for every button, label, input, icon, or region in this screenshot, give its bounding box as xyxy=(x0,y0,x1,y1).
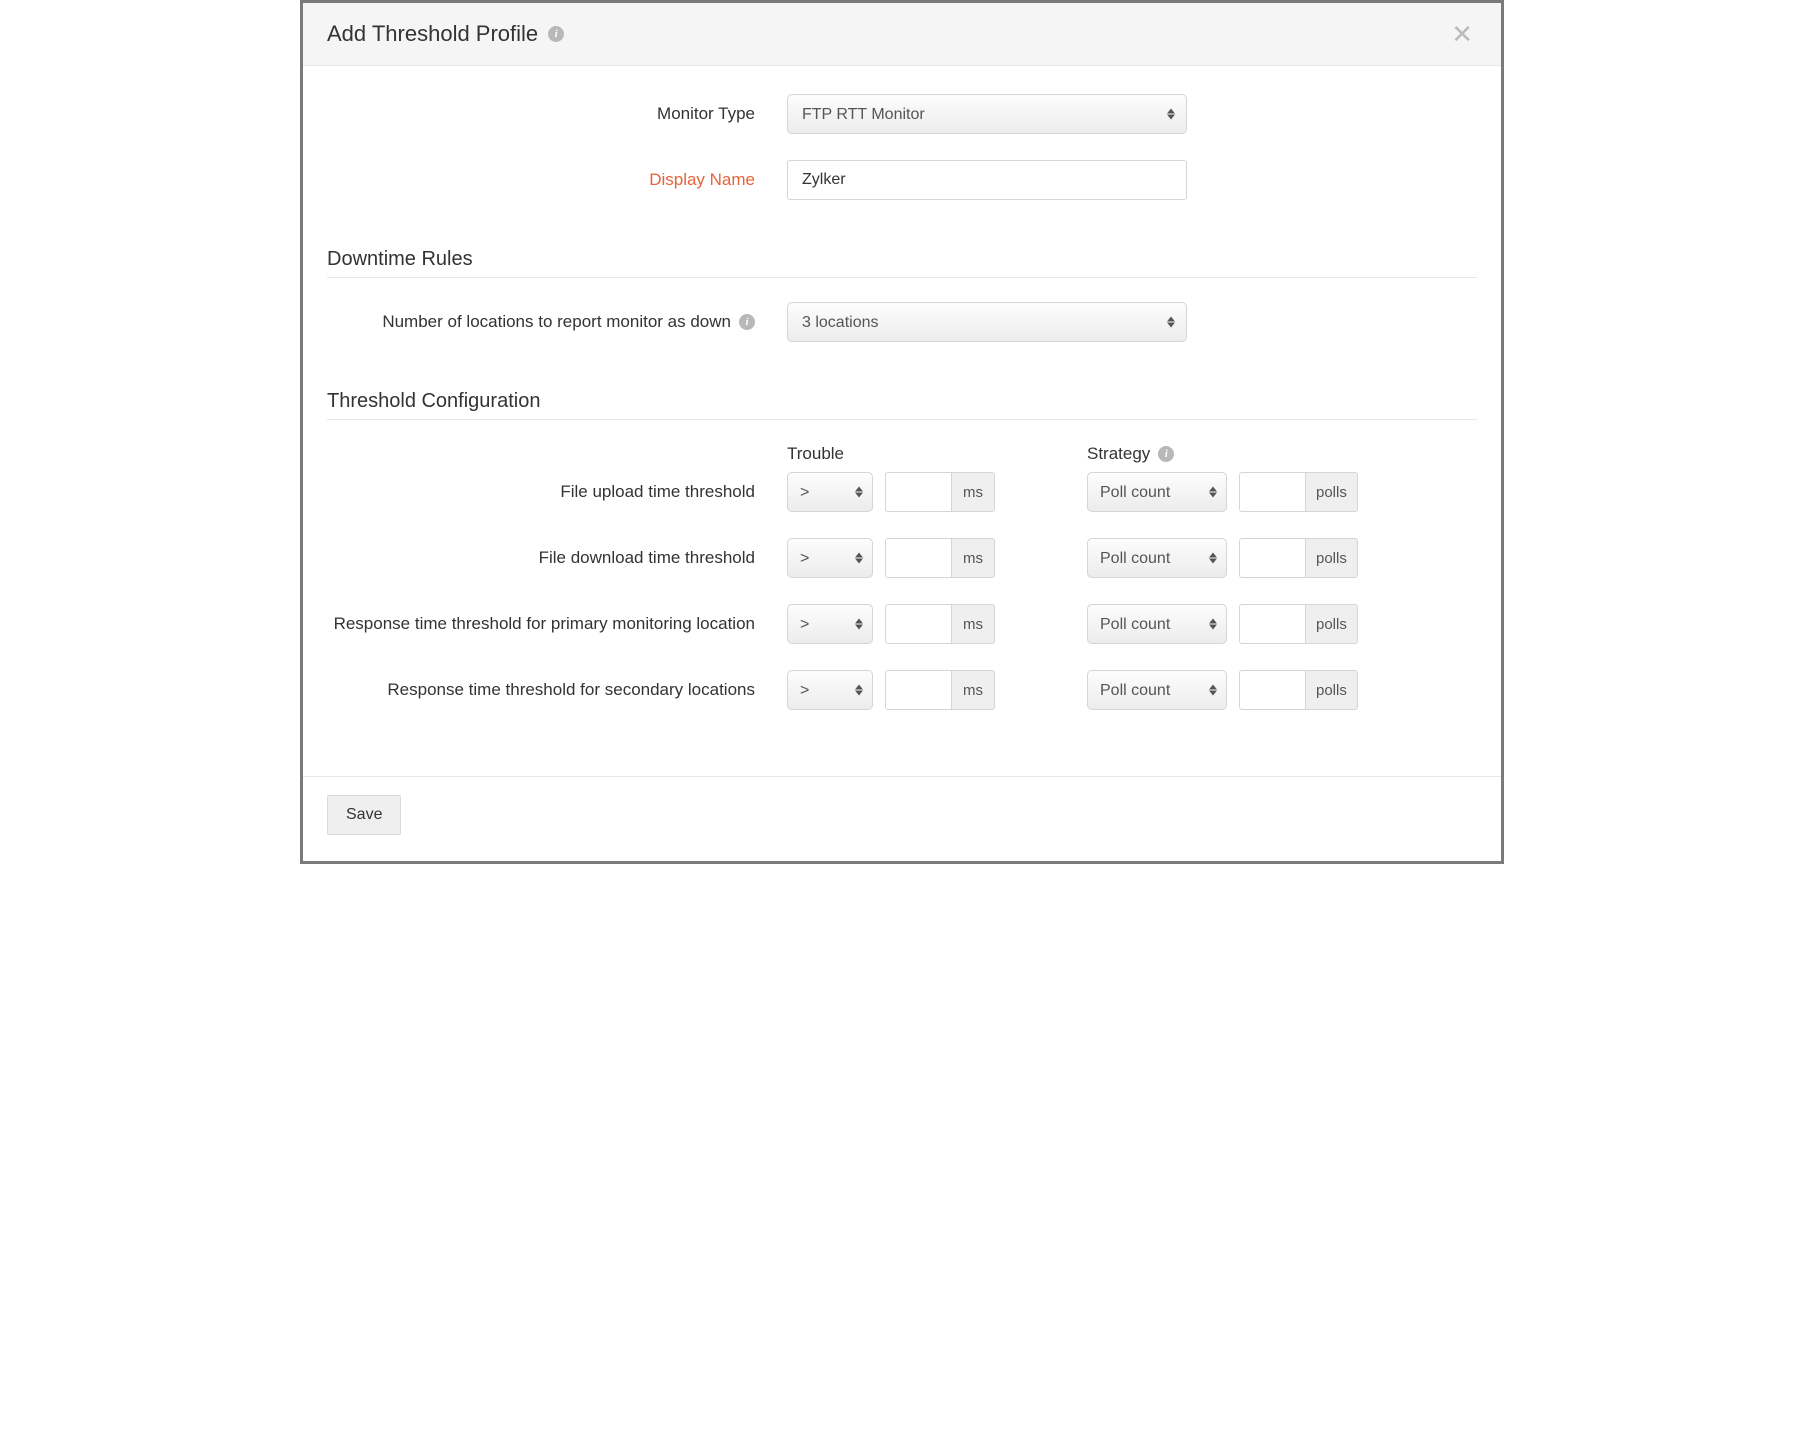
modal-footer: Save xyxy=(303,776,1501,861)
save-button[interactable]: Save xyxy=(327,795,401,835)
modal-body: Monitor Type FTP RTT Monitor Display Nam… xyxy=(303,66,1501,776)
threshold-row: Response time threshold for secondary lo… xyxy=(327,670,1477,710)
select-locations[interactable]: 3 locations xyxy=(787,302,1187,342)
ms-input[interactable] xyxy=(885,538,951,578)
polls-input[interactable] xyxy=(1239,670,1305,710)
strategy-select-input[interactable]: Poll count xyxy=(1087,472,1227,512)
modal-add-threshold-profile: Add Threshold Profile i ✕ Monitor Type F… xyxy=(300,0,1504,864)
row-display-name: Display Name xyxy=(327,160,1477,200)
polls-input-group: polls xyxy=(1239,604,1358,644)
ms-input-group: ms xyxy=(885,538,995,578)
unit-polls: polls xyxy=(1305,472,1358,512)
strategy-select[interactable]: Poll count xyxy=(1087,604,1227,644)
modal-header: Add Threshold Profile i ✕ xyxy=(303,3,1501,66)
label-locations: Number of locations to report monitor as… xyxy=(327,312,787,332)
modal-title: Add Threshold Profile i xyxy=(327,21,564,47)
ms-input[interactable] xyxy=(885,604,951,644)
col-head-strategy: Strategy i xyxy=(1087,444,1387,472)
divider xyxy=(327,277,1477,278)
ms-input[interactable] xyxy=(885,472,951,512)
threshold-row-label: File download time threshold xyxy=(327,538,787,570)
col-head-trouble: Trouble xyxy=(787,444,1087,472)
strategy-select-input[interactable]: Poll count xyxy=(1087,604,1227,644)
label-monitor-type: Monitor Type xyxy=(327,104,787,124)
select-monitor-type-input[interactable]: FTP RTT Monitor xyxy=(787,94,1187,134)
section-threshold-title: Threshold Configuration xyxy=(327,390,1477,413)
unit-polls: polls xyxy=(1305,604,1358,644)
threshold-row: File download time threshold> ms Poll coun… xyxy=(327,538,1477,578)
modal-title-text: Add Threshold Profile xyxy=(327,21,538,47)
threshold-row: Response time threshold for primary moni… xyxy=(327,604,1477,644)
operator-select-input[interactable]: > xyxy=(787,604,873,644)
polls-input-group: polls xyxy=(1239,472,1358,512)
strategy-select-input[interactable]: Poll count xyxy=(1087,538,1227,578)
unit-polls: polls xyxy=(1305,538,1358,578)
select-monitor-type[interactable]: FTP RTT Monitor xyxy=(787,94,1187,134)
select-locations-input[interactable]: 3 locations xyxy=(787,302,1187,342)
row-monitor-type: Monitor Type FTP RTT Monitor xyxy=(327,94,1477,134)
polls-input[interactable] xyxy=(1239,604,1305,644)
threshold-row-label: Response time threshold for secondary lo… xyxy=(327,670,787,702)
unit-ms: ms xyxy=(951,472,995,512)
operator-select[interactable]: > xyxy=(787,538,873,578)
operator-select-input[interactable]: > xyxy=(787,538,873,578)
strategy-select[interactable]: Poll count xyxy=(1087,472,1227,512)
close-icon[interactable]: ✕ xyxy=(1447,21,1477,47)
info-icon[interactable]: i xyxy=(739,314,755,330)
display-name-input[interactable] xyxy=(787,160,1187,200)
label-display-name: Display Name xyxy=(327,170,787,190)
ms-input-group: ms xyxy=(885,604,995,644)
unit-polls: polls xyxy=(1305,670,1358,710)
polls-input-group: polls xyxy=(1239,670,1358,710)
unit-ms: ms xyxy=(951,538,995,578)
strategy-select[interactable]: Poll count xyxy=(1087,538,1227,578)
divider xyxy=(327,419,1477,420)
unit-ms: ms xyxy=(951,670,995,710)
operator-select-input[interactable]: > xyxy=(787,670,873,710)
threshold-header-row: Trouble Strategy i xyxy=(327,444,1477,472)
operator-select[interactable]: > xyxy=(787,472,873,512)
threshold-row-label: File upload time threshold xyxy=(327,472,787,504)
ms-input-group: ms xyxy=(885,472,995,512)
polls-input[interactable] xyxy=(1239,538,1305,578)
threshold-row: File upload time threshold> ms Poll count p… xyxy=(327,472,1477,512)
polls-input[interactable] xyxy=(1239,472,1305,512)
unit-ms: ms xyxy=(951,604,995,644)
row-locations: Number of locations to report monitor as… xyxy=(327,302,1477,342)
operator-select-input[interactable]: > xyxy=(787,472,873,512)
section-downtime-title: Downtime Rules xyxy=(327,248,1477,271)
info-icon[interactable]: i xyxy=(548,26,564,42)
strategy-select-input[interactable]: Poll count xyxy=(1087,670,1227,710)
ms-input[interactable] xyxy=(885,670,951,710)
info-icon[interactable]: i xyxy=(1158,446,1174,462)
ms-input-group: ms xyxy=(885,670,995,710)
threshold-row-label: Response time threshold for primary moni… xyxy=(327,604,787,636)
operator-select[interactable]: > xyxy=(787,670,873,710)
polls-input-group: polls xyxy=(1239,538,1358,578)
operator-select[interactable]: > xyxy=(787,604,873,644)
strategy-select[interactable]: Poll count xyxy=(1087,670,1227,710)
